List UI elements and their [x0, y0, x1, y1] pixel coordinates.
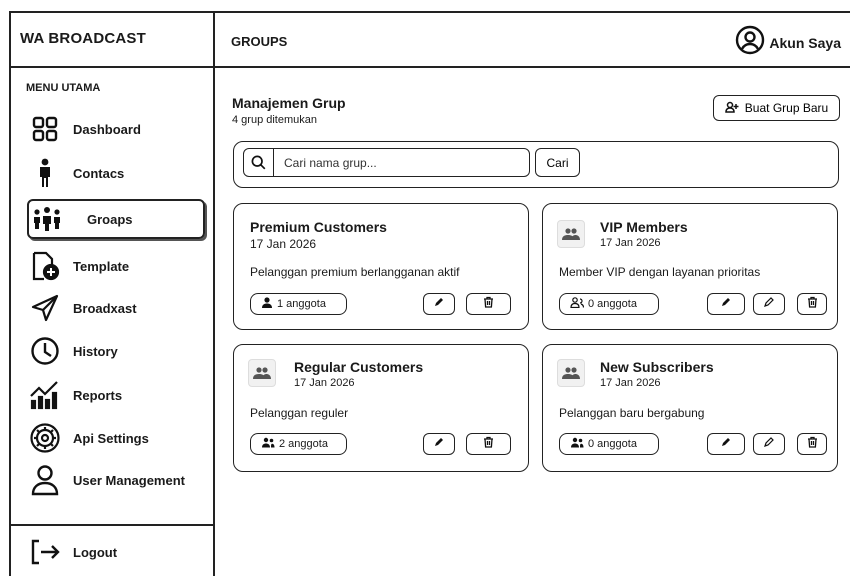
pencil-icon [720, 295, 732, 313]
sidebar-item-label: History [73, 343, 118, 359]
account-menu[interactable]: Akun Saya [735, 25, 841, 60]
edit-button[interactable] [423, 293, 455, 315]
search-button[interactable]: Cari [535, 148, 580, 177]
group-name: New Subscribers [600, 359, 714, 375]
search-box [243, 148, 530, 177]
divider [9, 66, 215, 68]
sidebar-item-user-management[interactable]: User Management [27, 460, 205, 500]
sidebar-item-broadxast[interactable]: Broadxast [27, 288, 205, 328]
logout-button[interactable]: Logout [27, 532, 205, 572]
group-description: Pelanggan reguler [250, 406, 349, 420]
rename-button[interactable] [753, 293, 785, 315]
menu-section-title: MENU UTAMA [26, 82, 101, 94]
sidebar-item-label: Reports [73, 387, 123, 403]
members-icon [570, 437, 584, 451]
delete-button[interactable] [797, 293, 827, 315]
group-name: VIP Members [600, 219, 688, 235]
pencil-icon [720, 435, 732, 453]
trash-icon [807, 435, 818, 453]
edit-button[interactable] [707, 293, 745, 315]
pencil-icon [433, 295, 445, 313]
divider [9, 524, 215, 526]
sidebar-item-contacs[interactable]: Contacs [27, 153, 205, 193]
logout-label: Logout [73, 544, 118, 560]
group-date: 17 Jan 2026 [600, 377, 661, 389]
sidebar-item-history[interactable]: History [27, 331, 205, 371]
template-add-icon [27, 248, 63, 284]
sidebar-item-reports[interactable]: Reports [27, 375, 205, 415]
edit-button[interactable] [707, 433, 745, 455]
group-name: Premium Customers [250, 219, 387, 235]
chart-icon [27, 377, 63, 413]
group-date: 17 Jan 2026 [294, 377, 355, 389]
add-user-icon [725, 101, 739, 116]
user-icon [27, 462, 63, 498]
sidebar-item-template[interactable]: Template [27, 246, 205, 286]
sidebar-item-label: Dashboard [73, 121, 141, 137]
account-label: Akun Saya [769, 34, 841, 51]
sidebar-item-label: Groaps [87, 211, 133, 227]
member-count-pill[interactable]: 1 anggota [250, 293, 347, 315]
group-card: VIP Members 17 Jan 2026 Member VIP denga… [542, 203, 838, 330]
brand-title: WA BROADCAST [20, 30, 147, 47]
group-description: Pelanggan premium berlangganan aktif [250, 265, 460, 279]
member-count-pill[interactable]: 0 anggota [559, 293, 659, 315]
sidebar-item-groaps[interactable]: Groaps [27, 199, 205, 239]
group-icon [29, 201, 65, 237]
person-icon [261, 297, 273, 311]
member-count-pill[interactable]: 0 anggota [559, 433, 659, 455]
delete-button[interactable] [797, 433, 827, 455]
gear-icon [27, 420, 63, 456]
member-count: 2 anggota [279, 438, 328, 450]
rename-button[interactable] [753, 433, 785, 455]
members-icon [261, 437, 275, 451]
delete-button[interactable] [466, 293, 511, 315]
group-card: New Subscribers 17 Jan 2026 Pelanggan ba… [542, 344, 838, 472]
group-count: 4 grup ditemukan [232, 114, 317, 126]
pencil-outline-icon [763, 435, 775, 453]
trash-icon [483, 295, 494, 313]
group-name: Regular Customers [294, 359, 424, 375]
new-group-button[interactable]: Buat Grup Baru [713, 95, 840, 121]
group-avatar-icon [557, 220, 585, 248]
member-count: 1 anggota [277, 298, 326, 310]
new-group-label: Buat Grup Baru [744, 101, 829, 115]
group-description: Member VIP dengan layanan prioritas [559, 265, 761, 279]
logout-icon [27, 534, 63, 570]
page-header-title: GROUPS [231, 34, 288, 49]
member-count: 0 anggota [588, 438, 637, 450]
group-card: Premium Customers 17 Jan 2026 Pelanggan … [233, 203, 529, 330]
sidebar-item-dashboard[interactable]: Dashboard [27, 109, 205, 149]
search-input[interactable] [284, 155, 524, 170]
group-date: 17 Jan 2026 [600, 237, 661, 249]
person-icon [27, 155, 63, 191]
sidebar-item-label: Api Settings [73, 430, 149, 446]
group-description: Pelanggan baru bergabung [559, 406, 705, 420]
trash-icon [807, 295, 818, 313]
sidebar-item-label: Contacs [73, 165, 125, 181]
sidebar-item-label: Broadxast [73, 300, 137, 316]
pencil-outline-icon [763, 295, 775, 313]
search-icon [244, 149, 274, 176]
account-icon [735, 25, 765, 60]
sidebar-item-label: Template [73, 258, 130, 274]
divider [215, 66, 850, 68]
members-icon [570, 297, 585, 311]
page-title: Manajemen Grup [232, 95, 346, 111]
delete-button[interactable] [466, 433, 511, 455]
edit-button[interactable] [423, 433, 455, 455]
grid-icon [27, 111, 63, 147]
pencil-icon [433, 435, 445, 453]
sidebar-item-label: User Management [73, 472, 185, 488]
clock-icon [27, 333, 63, 369]
member-count-pill[interactable]: 2 anggota [250, 433, 347, 455]
send-icon [27, 290, 63, 326]
member-count: 0 anggota [588, 298, 637, 310]
group-avatar-icon [248, 359, 276, 387]
group-date: 17 Jan 2026 [250, 237, 317, 251]
group-avatar-icon [557, 359, 585, 387]
group-card: Regular Customers 17 Jan 2026 Pelanggan … [233, 344, 529, 472]
trash-icon [483, 435, 494, 453]
sidebar-item-api-settings[interactable]: Api Settings [27, 418, 205, 458]
